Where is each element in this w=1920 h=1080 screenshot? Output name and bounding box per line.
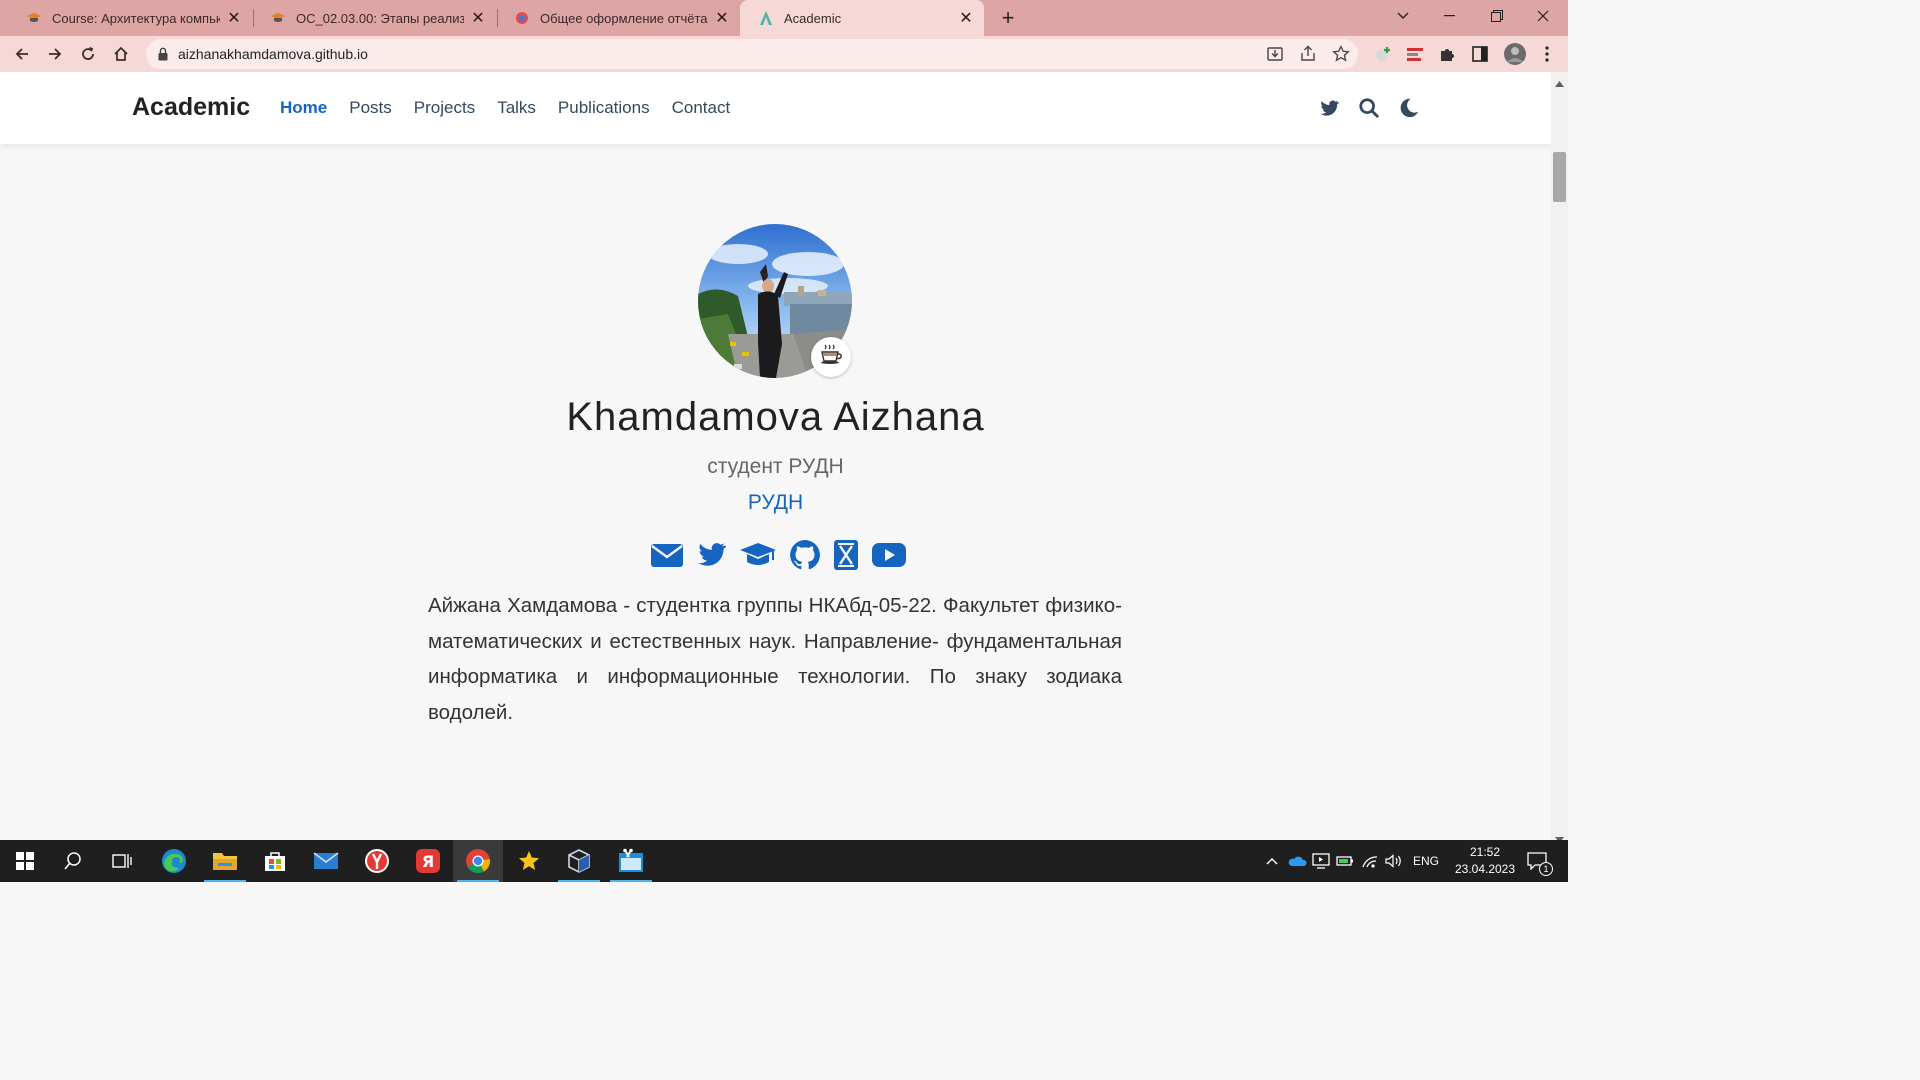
- home-button[interactable]: [107, 40, 135, 68]
- windows-start-icon[interactable]: [0, 840, 50, 882]
- share-icon[interactable]: [1299, 45, 1317, 63]
- file-explorer-icon[interactable]: [200, 840, 250, 882]
- side-panel-icon[interactable]: [1471, 45, 1489, 63]
- wifi-icon[interactable]: [1358, 840, 1382, 882]
- task-view-icon[interactable]: [97, 840, 147, 882]
- new-tab-button[interactable]: +: [996, 5, 1020, 30]
- bookmark-star-icon[interactable]: [1332, 44, 1350, 63]
- back-button[interactable]: [8, 40, 36, 68]
- status-emoji-badge: [811, 337, 851, 377]
- xing-icon[interactable]: [832, 538, 860, 572]
- clock-date: 23.04.2023: [1454, 862, 1516, 876]
- browser-tab[interactable]: Общее оформление отчёта | Ос ✕: [496, 0, 740, 36]
- close-tab-icon[interactable]: ✕: [470, 10, 486, 27]
- graduation-cap-icon[interactable]: [738, 538, 778, 572]
- microsoft-store-icon[interactable]: [250, 840, 300, 882]
- lock-icon[interactable]: [158, 47, 168, 61]
- address-bar[interactable]: aizhanakhamdamova.github.io: [146, 39, 1358, 69]
- url-text[interactable]: aizhanakhamdamova.github.io: [178, 46, 368, 62]
- restore-button[interactable]: [1474, 0, 1520, 32]
- browser-tab-strip: Course: Архитектура компьютер ✕ ОС_02.03…: [0, 0, 1568, 36]
- virtualbox-icon[interactable]: [554, 840, 604, 882]
- menu-item-publications[interactable]: Publications: [558, 98, 650, 118]
- main-menu: Home Posts Projects Talks Publications C…: [280, 98, 752, 118]
- profile-avatar-icon[interactable]: [1503, 42, 1527, 66]
- show-hidden-icons-chevron-icon[interactable]: [1262, 840, 1282, 882]
- edge-browser-icon[interactable]: [149, 840, 199, 882]
- extension-bars-icon[interactable]: [1406, 45, 1424, 63]
- profile-organization-link[interactable]: РУДН: [0, 491, 1551, 515]
- clock-time: 21:52: [1469, 845, 1501, 859]
- coffee-cup-icon: [819, 343, 843, 371]
- close-tab-icon[interactable]: ✕: [226, 10, 242, 27]
- install-app-icon[interactable]: [1266, 45, 1284, 63]
- site-brand[interactable]: Academic: [132, 93, 250, 122]
- page-viewport: Academic Home Posts Projects Talks Publi…: [0, 72, 1551, 840]
- menu-item-home[interactable]: Home: [280, 98, 327, 118]
- twitter-icon[interactable]: [1318, 97, 1340, 119]
- profile-role: студент РУДН: [707, 455, 844, 478]
- profile-name: Khamdamova Aizhana: [566, 395, 985, 439]
- close-tab-icon[interactable]: ✕: [958, 10, 974, 27]
- yandex-icon[interactable]: Я: [403, 840, 453, 882]
- browser-tab[interactable]: ОС_02.03.00: Этапы реализации ✕: [252, 0, 496, 36]
- extensions-puzzle-icon[interactable]: [1438, 45, 1456, 63]
- github-icon[interactable]: [788, 538, 822, 572]
- chrome-icon[interactable]: [453, 840, 503, 882]
- search-icon[interactable]: [48, 840, 98, 882]
- scrollbar-thumb[interactable]: [1553, 152, 1566, 202]
- mail-icon[interactable]: [301, 840, 351, 882]
- scroll-up-arrow-icon[interactable]: [1555, 74, 1564, 92]
- tab-search-button[interactable]: [1380, 0, 1426, 32]
- dark-mode-moon-icon[interactable]: [1398, 97, 1420, 119]
- academic-logo-icon: [758, 10, 774, 26]
- forward-button[interactable]: [41, 40, 69, 68]
- close-tab-icon[interactable]: ✕: [714, 10, 730, 27]
- browser-tab[interactable]: Course: Архитектура компьютер ✕: [8, 0, 252, 36]
- svg-text:Я: Я: [422, 852, 434, 871]
- battery-icon[interactable]: [1334, 840, 1356, 882]
- profile-bio: Айжана Хамдамова - студентка группы НКАб…: [428, 594, 1122, 724]
- browser-menu-icon[interactable]: [1538, 45, 1556, 63]
- snipping-app-icon[interactable]: [606, 840, 656, 882]
- moodle-hat-icon: [270, 10, 286, 26]
- google-docs-icon: [514, 10, 530, 26]
- browser-tab-active[interactable]: Academic ✕: [740, 0, 984, 36]
- youtube-icon[interactable]: [870, 538, 908, 572]
- star-app-icon[interactable]: [504, 840, 554, 882]
- extension-plus-icon[interactable]: [1374, 45, 1392, 63]
- browser-toolbar: aizhanakhamdamova.github.io: [0, 36, 1568, 72]
- display-icon[interactable]: [1310, 840, 1332, 882]
- page-scrollbar[interactable]: [1551, 72, 1568, 843]
- search-icon[interactable]: [1358, 97, 1380, 119]
- reload-button[interactable]: [74, 40, 102, 68]
- menu-item-contact[interactable]: Contact: [672, 98, 731, 118]
- social-links: [650, 538, 908, 572]
- notification-count-badge: 1: [1539, 862, 1553, 876]
- menu-item-talks[interactable]: Talks: [497, 98, 536, 118]
- menu-item-projects[interactable]: Projects: [414, 98, 475, 118]
- taskbar-clock[interactable]: 21:52 23.04.2023: [1448, 844, 1522, 878]
- site-navbar: Academic Home Posts Projects Talks Publi…: [0, 72, 1551, 144]
- envelope-icon[interactable]: [650, 538, 684, 572]
- moodle-hat-icon: [26, 10, 42, 26]
- minimize-button[interactable]: [1426, 0, 1472, 32]
- yandex-browser-icon[interactable]: [352, 840, 402, 882]
- menu-item-posts[interactable]: Posts: [349, 98, 392, 118]
- twitter-icon[interactable]: [694, 538, 728, 572]
- onedrive-cloud-icon[interactable]: [1285, 840, 1309, 882]
- close-window-button[interactable]: [1520, 0, 1566, 32]
- volume-icon[interactable]: [1382, 840, 1406, 882]
- input-language-indicator[interactable]: ENG: [1408, 840, 1444, 882]
- windows-taskbar: Я ENG 21:52 23.04.2023 1: [0, 840, 1568, 882]
